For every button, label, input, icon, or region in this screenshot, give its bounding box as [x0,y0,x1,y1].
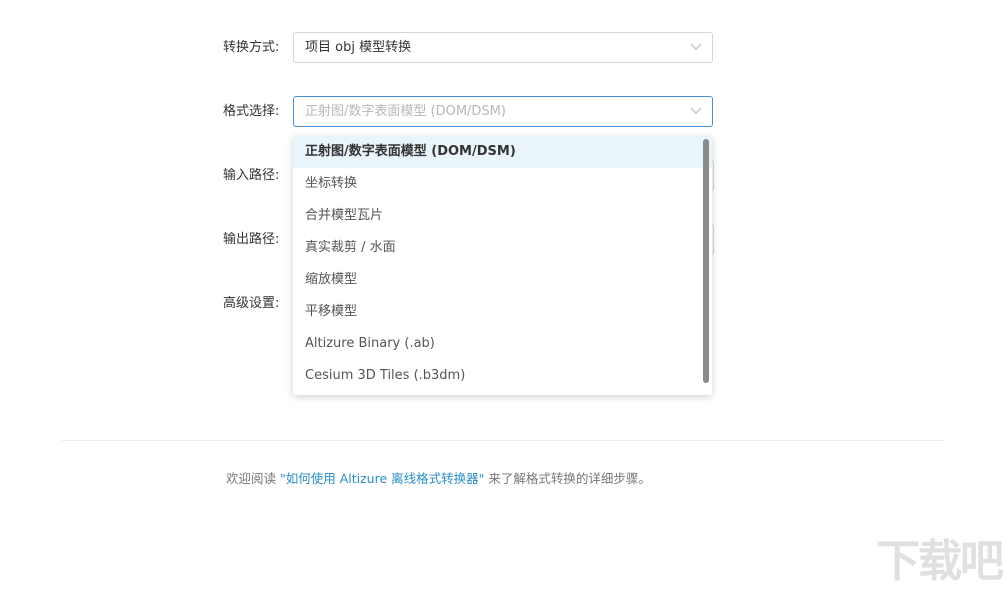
input-path-label: 输入路径: [223,168,280,183]
chevron-down-icon [690,43,702,50]
dropdown-option[interactable]: 合并模型瓦片 [293,200,712,232]
dropdown-option[interactable]: Altizure Binary (.ab) [293,328,712,360]
format-select[interactable]: 正射图/数字表面模型 (DOM/DSM) [293,96,713,127]
format-dropdown-menu[interactable]: 正射图/数字表面模型 (DOM/DSM) 坐标转换 合并模型瓦片 真实裁剪 / … [293,136,712,395]
footer-help-text: 欢迎阅读 "如何使用 Altizure 离线格式转换器" 来了解格式转换的详细步… [226,468,651,487]
dropdown-scrollbar[interactable] [703,139,709,383]
chevron-down-icon [690,107,702,114]
dropdown-option[interactable]: Cesium 3D Tiles (.b3dm) [293,360,712,392]
conversion-mode-select[interactable]: 项目 obj 模型转换 [293,32,713,63]
format-select-placeholder: 正射图/数字表面模型 (DOM/DSM) [305,104,506,119]
output-path-label: 输出路径: [223,232,280,247]
footer-suffix: 来了解格式转换的详细步骤。 [484,471,651,486]
watermark-logo: 下载吧 [876,536,1004,587]
dropdown-option[interactable]: 坐标转换 [293,168,712,200]
conversion-mode-value: 项目 obj 模型转换 [305,40,412,55]
conversion-mode-label: 转换方式: [223,40,280,55]
section-divider [62,440,944,441]
help-link[interactable]: "如何使用 Altizure 离线格式转换器" [280,471,484,486]
dropdown-option[interactable]: 平移模型 [293,296,712,328]
dropdown-option[interactable]: 正射图/数字表面模型 (DOM/DSM) [293,136,712,168]
advanced-settings-label: 高级设置: [223,296,280,311]
dropdown-option[interactable]: 真实裁剪 / 水面 [293,232,712,264]
dropdown-option[interactable]: 缩放模型 [293,264,712,296]
format-select-label: 格式选择: [223,104,280,119]
footer-prefix: 欢迎阅读 [226,471,280,486]
